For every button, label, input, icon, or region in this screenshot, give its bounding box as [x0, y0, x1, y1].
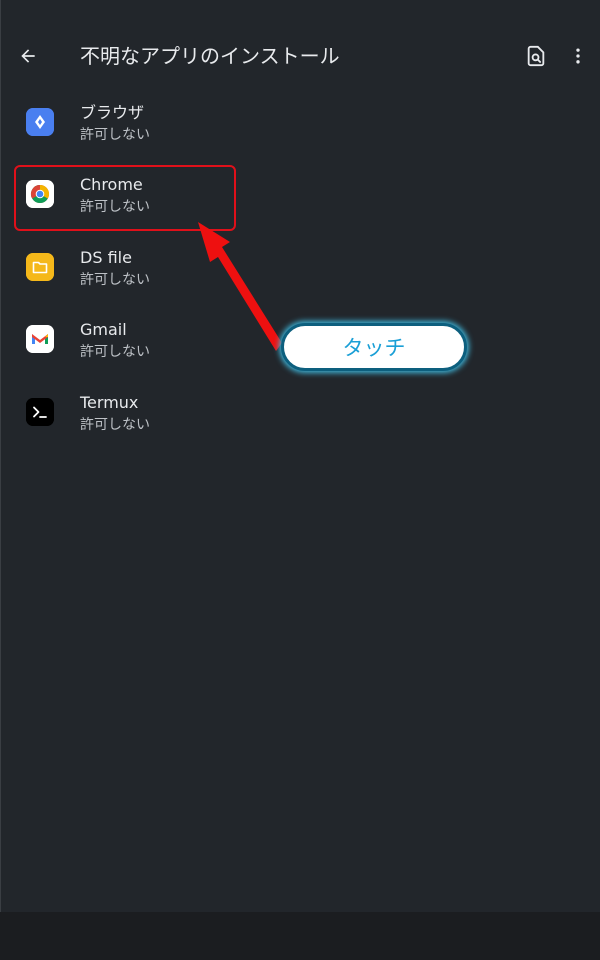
list-item-termux[interactable]: Termux 許可しない: [0, 378, 600, 450]
more-options-button[interactable]: [560, 38, 596, 74]
app-name: DS file: [80, 248, 132, 267]
app-status: 許可しない: [80, 344, 150, 360]
app-name: ブラウザ: [80, 103, 145, 122]
more-vert-icon: [576, 48, 580, 64]
arrow-back-icon: [21, 49, 35, 63]
terminal-icon: [26, 398, 54, 426]
back-button[interactable]: [10, 38, 46, 74]
app-name: Gmail: [80, 320, 127, 339]
page-title: 不明なアプリのインストール: [80, 44, 340, 68]
folder-icon: [26, 253, 54, 281]
browser-icon: [26, 108, 54, 136]
list-item-browser[interactable]: ブラウザ 許可しない: [0, 88, 600, 160]
list-item-ds-file[interactable]: DS file 許可しない: [0, 233, 600, 305]
app-name: Termux: [80, 393, 139, 412]
search-in-page-icon: [527, 45, 545, 67]
callout-touch: タッチ: [281, 323, 467, 371]
gmail-icon: [26, 325, 54, 353]
app-status: 許可しない: [80, 127, 150, 143]
search-button[interactable]: [518, 38, 554, 74]
highlight-box: [14, 165, 236, 231]
navigation-bar: [0, 912, 600, 960]
app-status: 許可しない: [80, 417, 150, 433]
app-status: 許可しない: [80, 272, 150, 288]
